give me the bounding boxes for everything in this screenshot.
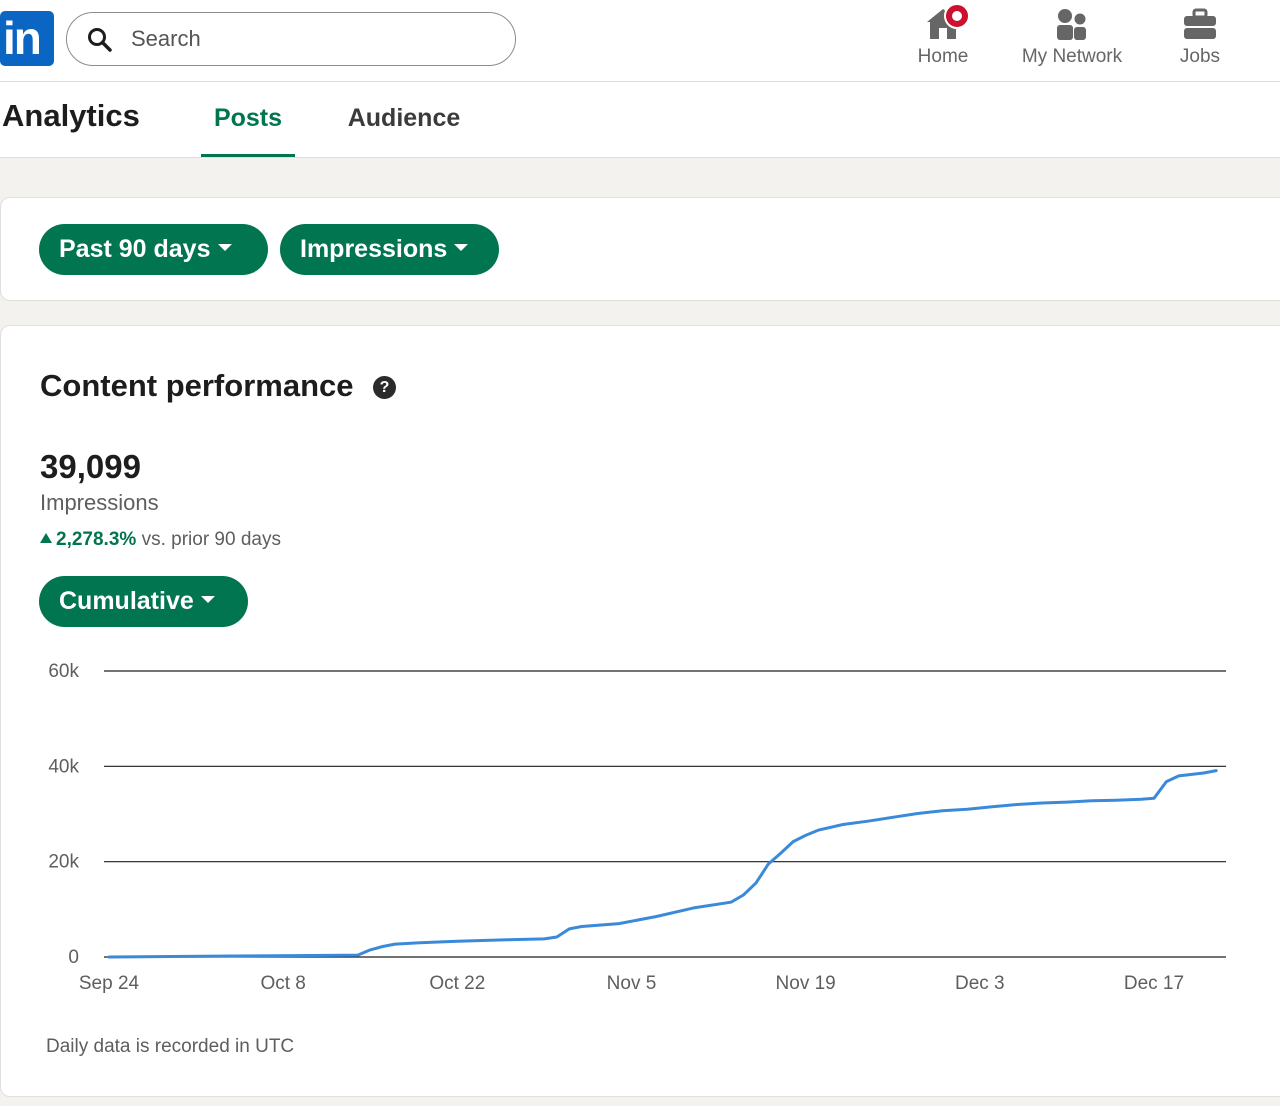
change-row: 2,278.3% vs. prior 90 days xyxy=(40,529,281,551)
tab-posts[interactable]: Posts xyxy=(201,82,295,157)
nav-home[interactable]: Home xyxy=(898,0,988,82)
top-nav: in Home My Network Jobs xyxy=(0,0,1280,82)
date-range-label: Past 90 days xyxy=(59,235,211,263)
analytics-header: Analytics Posts Audience xyxy=(0,82,1280,158)
search-input[interactable] xyxy=(131,23,491,55)
footnote: Daily data is recorded in UTC xyxy=(46,1036,295,1057)
y-tick-label-40k: 40k xyxy=(48,756,79,777)
x-tick-label: Oct 8 xyxy=(260,973,305,994)
x-tick-label: Dec 3 xyxy=(955,973,1005,994)
chart-mode-label: Cumulative xyxy=(59,587,194,615)
notification-badge xyxy=(944,3,970,29)
caret-down-icon xyxy=(200,595,215,603)
y-tick-label-20k: 20k xyxy=(48,852,79,873)
nav-my-network[interactable]: My Network xyxy=(1005,0,1139,82)
nav-jobs[interactable]: Jobs xyxy=(1160,0,1240,82)
total-impressions-label: Impressions xyxy=(40,490,159,515)
briefcase-icon xyxy=(1184,8,1216,39)
x-tick-label: Dec 17 xyxy=(1124,973,1184,994)
x-tick-label: Oct 22 xyxy=(429,973,485,994)
date-range-dropdown[interactable]: Past 90 days xyxy=(39,224,268,275)
metric-label: Impressions xyxy=(300,235,448,263)
series-line-impressions xyxy=(107,769,1218,959)
chart-mode-dropdown[interactable]: Cumulative xyxy=(39,576,248,627)
y-tick-label-0: 0 xyxy=(68,947,79,968)
linkedin-logo[interactable]: in xyxy=(0,11,54,66)
page-title: Analytics xyxy=(2,98,140,133)
impressions-line-chart: 0 20k 40k 60k Sep 24 Oct 8 Oct 22 Nov 5 Nov 19 De… xyxy=(48,661,1226,994)
x-tick-label: Nov 5 xyxy=(607,973,657,994)
caret-down-icon xyxy=(454,243,469,251)
metric-dropdown[interactable]: Impressions xyxy=(280,224,499,275)
change-text: vs. prior 90 days xyxy=(141,529,281,550)
filter-card: Past 90 days Impressions xyxy=(0,197,1280,301)
trend-up-icon xyxy=(40,533,52,543)
nav-jobs-label: Jobs xyxy=(1179,46,1221,67)
total-impressions: 39,099 xyxy=(40,448,141,485)
change-percent: 2,278.3% xyxy=(56,529,137,550)
section-title: Content performance xyxy=(40,368,354,403)
question-icon[interactable]: ? xyxy=(373,376,396,399)
y-tick-label-60k: 60k xyxy=(48,661,79,682)
search-icon xyxy=(88,28,112,52)
people-icon xyxy=(1057,9,1086,40)
search-bar[interactable] xyxy=(66,12,516,66)
x-tick-label: Nov 19 xyxy=(776,973,836,994)
x-tick-label: Sep 24 xyxy=(79,973,140,994)
nav-home-label: Home xyxy=(917,46,969,67)
nav-my-network-label: My Network xyxy=(1021,46,1123,67)
caret-down-icon xyxy=(217,243,232,251)
tab-audience[interactable]: Audience xyxy=(335,82,473,157)
content-performance-card: Content performance ? 39,099 Impressions… xyxy=(0,325,1280,1097)
